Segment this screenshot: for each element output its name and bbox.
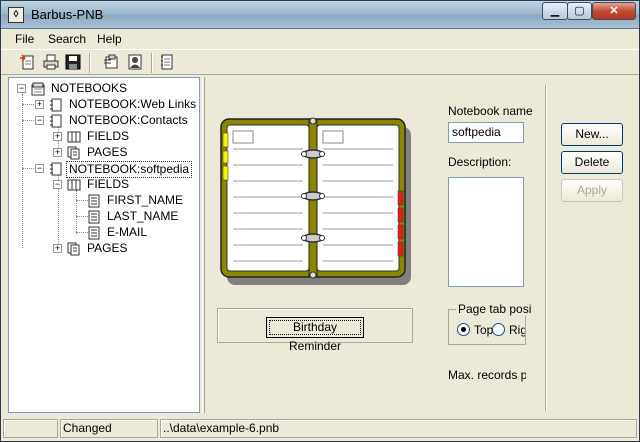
tree-node-last-name[interactable]: LAST_NAME	[9, 209, 199, 225]
print-icon[interactable]	[42, 53, 60, 71]
collapse-icon[interactable]: −	[35, 116, 44, 125]
field-icon	[88, 226, 100, 240]
field-icon	[88, 194, 100, 208]
collapse-icon[interactable]: −	[17, 84, 26, 93]
tree-label: PAGES	[87, 145, 128, 159]
new-button[interactable]: New...	[561, 123, 623, 146]
tree-label: PAGES	[87, 241, 128, 255]
tab-right-radio[interactable]	[492, 323, 505, 336]
new-note-icon[interactable]	[19, 53, 37, 71]
tree-node-fields[interactable]: − FIELDS	[9, 177, 199, 193]
panel-splitter[interactable]	[202, 77, 205, 413]
window-title: Barbus-PNB	[31, 7, 104, 22]
pages-icon	[67, 242, 80, 256]
expand-icon[interactable]: +	[35, 100, 44, 109]
menu-bar: File Search Help	[1, 29, 639, 49]
fields-icon	[67, 131, 81, 143]
menu-file[interactable]: File	[15, 32, 34, 46]
notebook-icon	[50, 114, 62, 128]
tree-node-notebooks[interactable]: − NOTEBOOKS	[9, 81, 199, 97]
toolbar-separator	[89, 53, 91, 73]
menu-help[interactable]: Help	[97, 32, 122, 46]
tab-top-label: Top	[474, 323, 494, 337]
notebook-name-input[interactable]: softpedia	[448, 122, 524, 143]
page-tab-position-label: Page tab position	[456, 302, 532, 316]
tree-label: NOTEBOOK:Web Links	[69, 97, 197, 111]
collapse-icon[interactable]: −	[53, 180, 62, 189]
tree-label: FIRST_NAME	[107, 193, 184, 207]
notebook-name-label: Notebook name	[448, 104, 533, 118]
maximize-button[interactable]: ▢	[567, 2, 592, 20]
status-changed: Changed	[60, 419, 158, 438]
birthday-group: Birthday Reminder	[217, 308, 413, 353]
notebook-tree[interactable]: − NOTEBOOKS + NOTEBOOK:Web Links − NOTEB…	[8, 77, 200, 413]
delete-button[interactable]: Delete	[561, 151, 623, 174]
contacts-icon[interactable]	[126, 53, 144, 71]
tree-label: NOTEBOOK:Contacts	[69, 113, 188, 127]
notebook-icon[interactable]	[158, 53, 176, 71]
close-button[interactable]: ✕	[592, 2, 636, 20]
toolbar	[1, 49, 639, 75]
tree-node-pages[interactable]: + PAGES	[9, 241, 199, 257]
status-pane-empty	[3, 419, 58, 438]
title-bar[interactable]: ◊ Barbus-PNB ▁ ▢ ✕	[1, 1, 639, 29]
tab-right-label: Right	[509, 323, 525, 337]
expand-icon[interactable]: +	[53, 132, 62, 141]
tree-node-pages[interactable]: + PAGES	[9, 145, 199, 161]
tree-label: FIELDS	[87, 177, 130, 191]
tree-label-selected: NOTEBOOK:softpedia	[66, 161, 193, 178]
description-textarea[interactable]	[448, 177, 524, 287]
notepad-icon[interactable]	[102, 53, 120, 71]
tree-label: LAST_NAME	[107, 209, 179, 223]
notebook-preview-icon	[220, 117, 411, 285]
form-separator	[545, 85, 547, 411]
tree-node-fields[interactable]: + FIELDS	[9, 129, 199, 145]
notebook-icon	[50, 162, 62, 176]
max-records-label: Max. records per page	[448, 368, 526, 382]
save-icon[interactable]	[64, 53, 82, 71]
menu-search[interactable]: Search	[48, 32, 86, 46]
status-bar: Changed ..\data\example-6.pnb	[1, 416, 639, 441]
fields-icon	[67, 179, 81, 191]
expand-icon[interactable]: +	[53, 244, 62, 253]
notebooks-stack-icon	[31, 82, 45, 96]
tree-node-first-name[interactable]: FIRST_NAME	[9, 193, 199, 209]
notebook-icon	[50, 98, 62, 112]
tree-node-contacts[interactable]: − NOTEBOOK:Contacts	[9, 113, 199, 129]
tree-node-web-links[interactable]: + NOTEBOOK:Web Links	[9, 97, 199, 113]
apply-button[interactable]: Apply	[561, 179, 623, 202]
expand-icon[interactable]: +	[53, 148, 62, 157]
page-tab-position-group: Page tab position Top Right	[448, 302, 532, 345]
tab-top-radio[interactable]	[457, 323, 470, 336]
collapse-icon[interactable]: −	[35, 164, 44, 173]
toolbar-separator	[151, 53, 153, 73]
field-icon	[88, 210, 100, 224]
minimize-button[interactable]: ▁	[542, 2, 568, 20]
tree-node-email[interactable]: E-MAIL	[9, 225, 199, 241]
description-label: Description:	[448, 155, 512, 169]
pages-icon	[67, 146, 80, 160]
tree-label: NOTEBOOKS	[51, 81, 128, 95]
app-window: ◊ Barbus-PNB ▁ ▢ ✕ File Search Help − NO…	[0, 0, 640, 442]
app-icon[interactable]: ◊	[8, 7, 24, 23]
tree-label: FIELDS	[87, 129, 130, 143]
tree-label: E-MAIL	[107, 225, 148, 239]
status-file-path: ..\data\example-6.pnb	[160, 419, 637, 438]
birthday-reminder-button[interactable]: Birthday Reminder	[266, 317, 364, 353]
tree-node-softpedia[interactable]: − NOTEBOOK:softpedia	[9, 161, 199, 178]
